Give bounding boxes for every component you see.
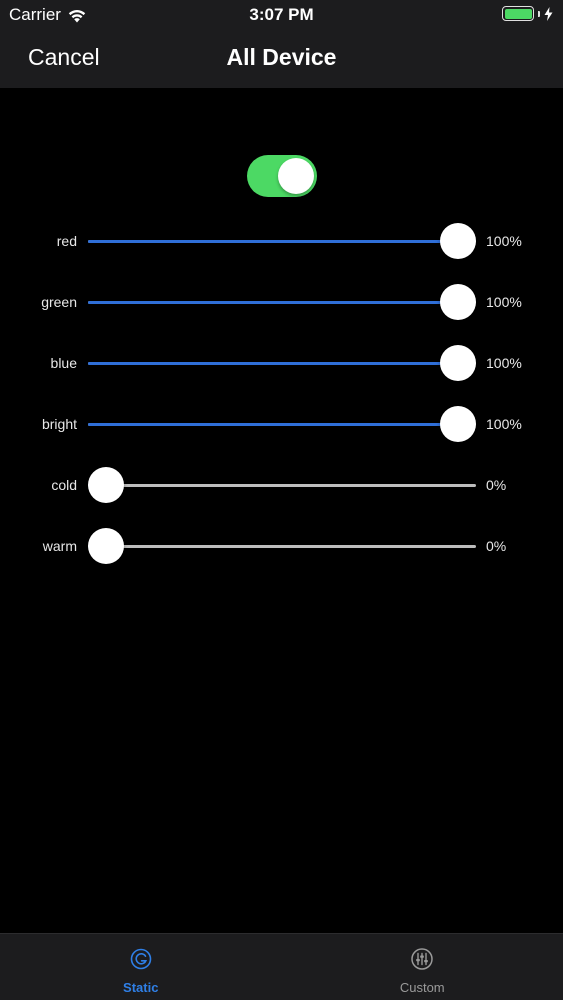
warm-slider-thumb[interactable] <box>88 528 124 564</box>
slider-row-red: red 100% <box>0 221 563 261</box>
bright-slider-track[interactable] <box>88 423 476 426</box>
slider-label: warm <box>42 538 77 554</box>
battery-cap <box>538 10 540 17</box>
slider-row-blue: blue 100% <box>0 343 563 383</box>
slider-value: 0% <box>486 538 507 554</box>
status-time: 3:07 PM <box>249 5 314 24</box>
blue-slider-track[interactable] <box>88 362 476 365</box>
slider-label: blue <box>50 355 77 371</box>
slider-value: 0% <box>486 477 507 493</box>
warm-slider-track[interactable] <box>88 545 476 548</box>
slider-value: 100% <box>486 416 522 432</box>
slider-fill <box>88 240 458 243</box>
power-toggle[interactable] <box>247 155 317 197</box>
cold-slider-thumb[interactable] <box>88 467 124 503</box>
slider-row-cold: cold 0% <box>0 465 563 505</box>
page-title: All Device <box>226 44 337 70</box>
slider-label: cold <box>51 477 77 493</box>
battery-fill <box>504 8 532 19</box>
battery-indicator <box>502 6 553 21</box>
tab-custom[interactable]: Custom <box>282 934 563 1000</box>
blue-slider-thumb[interactable] <box>440 345 476 381</box>
slider-row-green: green 100% <box>0 282 563 322</box>
slider-row-bright: bright 100% <box>0 404 563 444</box>
screen: Carrier 3:07 PM Cancel All Device red 10… <box>0 0 563 1000</box>
tab-label: Static <box>123 980 159 995</box>
power-toggle-knob <box>278 158 314 194</box>
slider-fill <box>88 362 458 365</box>
charging-bolt-icon <box>544 6 553 21</box>
status-bar: Carrier 3:07 PM <box>0 0 563 30</box>
bright-slider-thumb[interactable] <box>440 406 476 442</box>
slider-fill <box>88 301 458 304</box>
slider-value: 100% <box>486 355 522 371</box>
green-slider-thumb[interactable] <box>440 284 476 320</box>
tab-label: Custom <box>399 980 445 995</box>
static-icon <box>130 948 152 970</box>
battery-icon <box>502 6 534 21</box>
navigation-bar: Cancel All Device <box>0 30 563 88</box>
slider-fill <box>88 423 458 426</box>
slider-value: 100% <box>486 233 522 249</box>
slider-label: bright <box>41 416 77 432</box>
green-slider-track[interactable] <box>88 301 476 304</box>
slider-value: 100% <box>486 294 522 310</box>
tab-bar: Static Custom <box>0 933 563 1000</box>
red-slider-track[interactable] <box>88 240 476 243</box>
red-slider-thumb[interactable] <box>440 223 476 259</box>
cold-slider-track[interactable] <box>88 484 476 487</box>
custom-sliders-icon <box>411 948 433 970</box>
tab-static[interactable]: Static <box>0 934 282 1000</box>
slider-label: green <box>41 294 77 310</box>
slider-label: red <box>56 233 77 249</box>
slider-row-warm: warm 0% <box>0 526 563 566</box>
